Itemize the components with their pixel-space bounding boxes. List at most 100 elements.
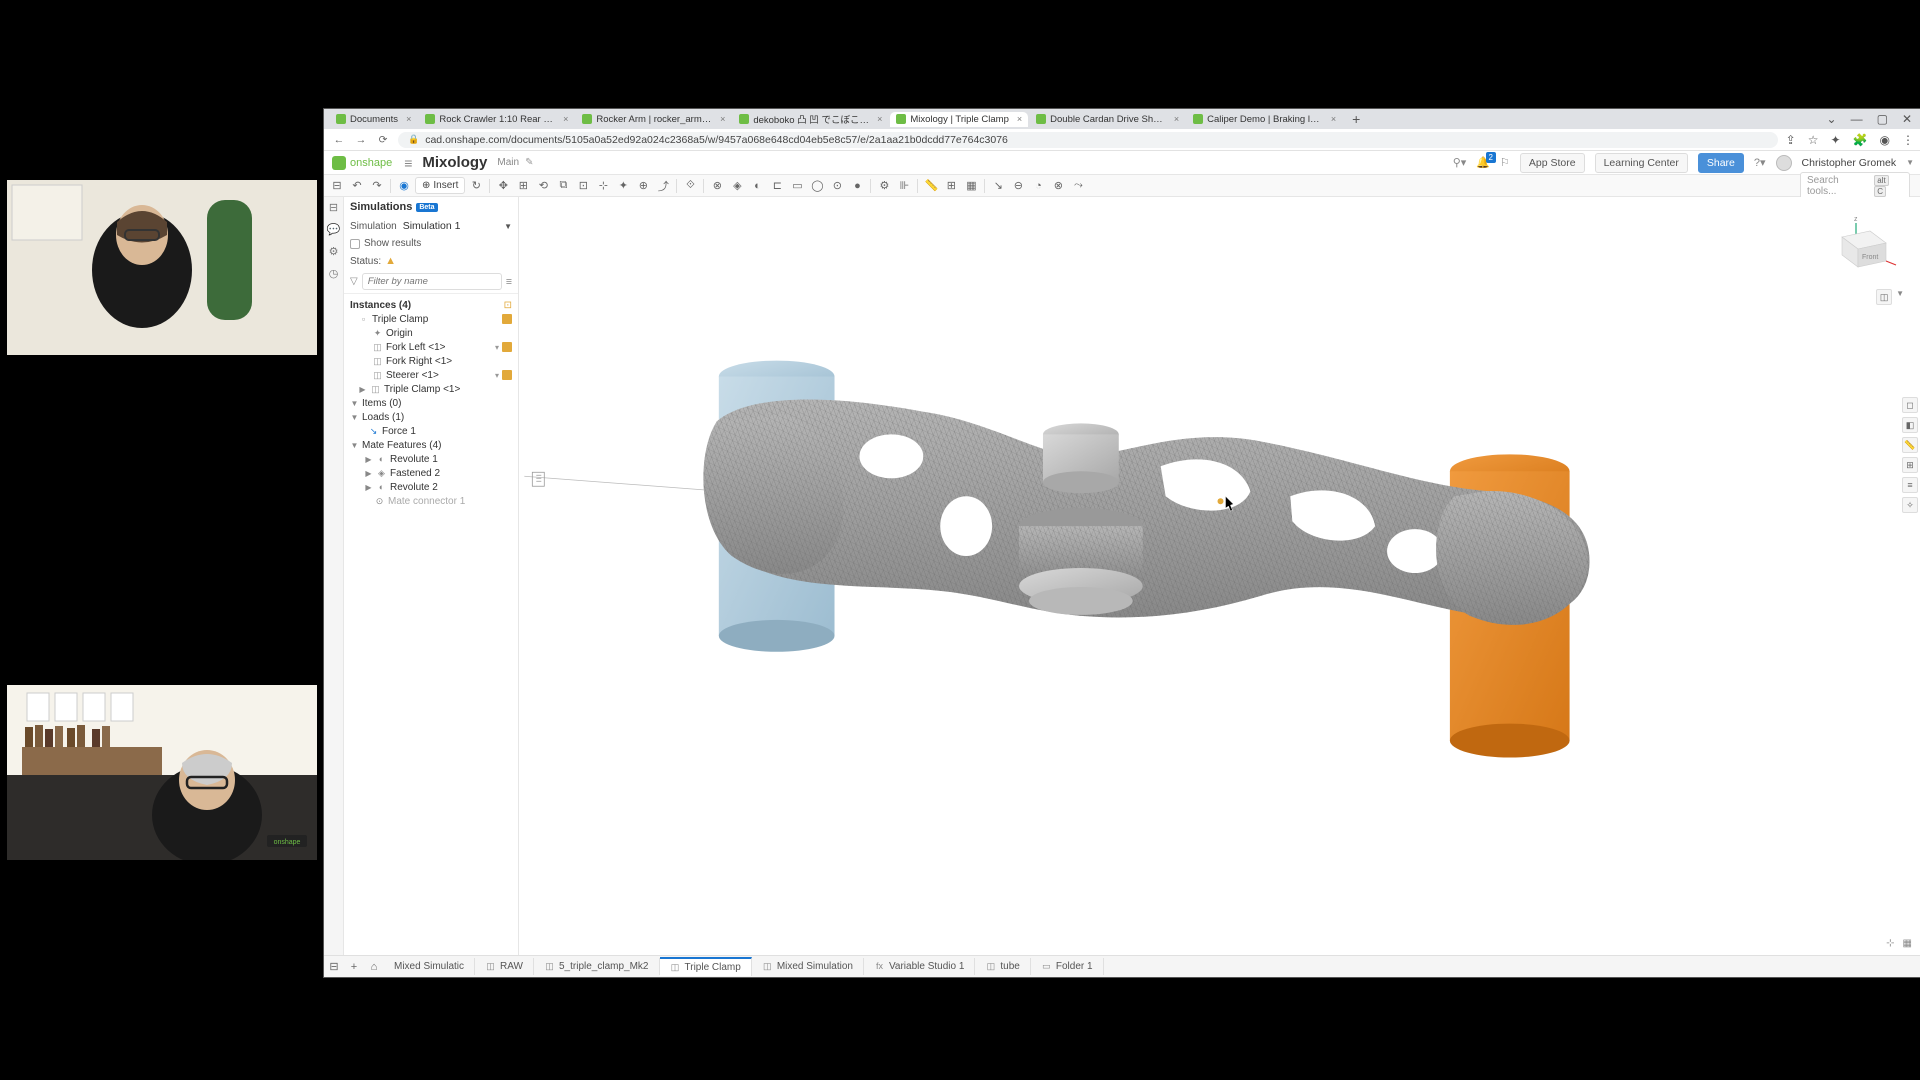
linear-icon[interactable]: ⊹ <box>594 177 612 195</box>
view-cube[interactable]: z Front <box>1832 209 1902 279</box>
planar-icon[interactable]: ▭ <box>788 177 806 195</box>
app-store-button[interactable]: App Store <box>1520 153 1585 173</box>
collapse-icon[interactable]: ▼ <box>350 441 359 450</box>
browser-tab[interactable]: Double Cardan Drive Shaft | Dri…× <box>1030 112 1185 127</box>
browser-tab-active[interactable]: Mixology | Triple Clamp× <box>890 112 1028 127</box>
redo-icon[interactable]: ↷ <box>368 177 386 195</box>
learning-center-button[interactable]: Learning Center <box>1595 153 1688 173</box>
grid-icon[interactable]: ▦ <box>1903 938 1912 949</box>
show-results-checkbox[interactable]: Show results <box>344 235 518 252</box>
hamburger-icon[interactable]: ≡ <box>404 155 412 171</box>
cylindrical-icon[interactable]: ◯ <box>808 177 826 195</box>
bottom-tab[interactable]: ◫Mixed Simulation <box>752 958 864 975</box>
relation-icon[interactable]: ⊪ <box>895 177 913 195</box>
new-tab-button[interactable]: + <box>1344 109 1368 129</box>
refresh-icon[interactable]: ↻ <box>467 177 485 195</box>
undo-icon[interactable]: ↶ <box>348 177 366 195</box>
share-button[interactable]: Share <box>1698 153 1744 173</box>
tab-manager-icon[interactable]: ⊟ <box>324 960 344 973</box>
home-icon[interactable]: ⌂ <box>364 961 384 973</box>
snap-icon[interactable]: ⟐ <box>681 177 699 195</box>
tree-item-triple-clamp[interactable]: ▫Triple Clamp <box>346 312 516 326</box>
share-icon[interactable]: ⇪ <box>1786 133 1796 147</box>
tree-mate-features[interactable]: ▼Mate Features (4) <box>346 438 516 452</box>
gear-icon[interactable]: ⚙ <box>875 177 893 195</box>
puzzle-icon[interactable]: 🧩 <box>1853 133 1868 147</box>
sim-bearing-icon[interactable]: ◔ <box>1029 177 1047 195</box>
tree-item-force1[interactable]: ↘Force 1 <box>346 424 516 438</box>
tree-item-fastened2[interactable]: ▶◈Fastened 2 <box>346 466 516 480</box>
bottom-tab-active[interactable]: ◫Triple Clamp <box>660 957 752 976</box>
pin-icon[interactable]: ⊙ <box>828 177 846 195</box>
filter-input[interactable] <box>362 273 502 290</box>
collapse-icon[interactable]: ▼ <box>350 413 359 422</box>
close-icon[interactable]: × <box>563 114 568 124</box>
revolute-icon[interactable]: ◐ <box>748 177 766 195</box>
tree-item-origin[interactable]: ✦Origin <box>346 326 516 340</box>
tree-icon[interactable]: ⊟ <box>328 177 346 195</box>
forward-icon[interactable]: → <box>354 134 368 146</box>
circular-icon[interactable]: ✦ <box>614 177 632 195</box>
expand-icon[interactable]: ▶ <box>364 455 373 464</box>
filter-icon[interactable]: ▽ <box>350 276 358 287</box>
bom-icon[interactable]: ≡ <box>1902 477 1918 493</box>
slider-icon[interactable]: ⊏ <box>768 177 786 195</box>
sim-force-icon[interactable]: ↘ <box>989 177 1007 195</box>
expand-icon[interactable]: ▶ <box>364 469 373 478</box>
close-icon[interactable]: × <box>720 114 725 124</box>
tree-item-triple-clamp-1[interactable]: ▶◫Triple Clamp <1> <box>346 382 516 396</box>
mirror-icon[interactable]: ⧉ <box>554 177 572 195</box>
simulation-selector[interactable]: Simulation Simulation 1 ▼ <box>344 217 518 235</box>
features-icon[interactable]: ⊟ <box>327 201 341 215</box>
add-tab-icon[interactable]: + <box>344 961 364 973</box>
offset-icon[interactable]: ⤴ <box>654 177 672 195</box>
expand-icon[interactable]: ▶ <box>364 483 373 492</box>
insert-button[interactable]: ⊕ Insert <box>415 177 465 194</box>
mate-icon[interactable]: ⊗ <box>708 177 726 195</box>
brand-logo[interactable]: onshape <box>332 156 392 170</box>
url-input[interactable]: 🔒 cad.onshape.com/documents/5105a0a52ed9… <box>398 132 1778 148</box>
configs-icon[interactable]: ⚙ <box>327 245 341 259</box>
flag-icon[interactable]: ⚐ <box>1500 156 1510 169</box>
maximize-icon[interactable]: ▢ <box>1877 112 1888 126</box>
tree-item-fork-left[interactable]: ◫Fork Left <1>▾ <box>346 340 516 354</box>
bottom-tab[interactable]: Mixed Simulatic <box>384 958 475 975</box>
viewport-3d[interactable]: z Front ◫ ▼ ◻ ◧ 📏 ⊞ ≡ ✧ <box>519 197 1920 955</box>
tree-item-fork-right[interactable]: ◫Fork Right <1> <box>346 354 516 368</box>
sim-moment-icon[interactable]: ⊗ <box>1049 177 1067 195</box>
connector-icon[interactable]: ⚲▾ <box>1453 156 1467 169</box>
collapse-icon[interactable]: ▼ <box>350 399 359 408</box>
tree-item-revolute1[interactable]: ▶◐Revolute 1 <box>346 452 516 466</box>
ball-icon[interactable]: ● <box>848 177 866 195</box>
bottom-tab[interactable]: ▭Folder 1 <box>1031 958 1104 975</box>
tree-instances[interactable]: Instances (4)⊡ <box>346 298 516 312</box>
measure-icon[interactable]: 📏 <box>1902 437 1918 453</box>
menu-dots-icon[interactable]: ⋮ <box>1902 133 1914 147</box>
pencil-icon[interactable]: ✎ <box>525 157 533 168</box>
section-icon[interactable]: ⊞ <box>942 177 960 195</box>
tree-loads[interactable]: ▼Loads (1) <box>346 410 516 424</box>
browser-tab[interactable]: dekoboko 凸 凹 でこぼこ | 凸 凹 …× <box>733 110 888 128</box>
exploded-icon[interactable]: ✧ <box>1902 497 1918 513</box>
chevron-down-icon[interactable]: ⌄ <box>1827 112 1837 126</box>
tree-item-steerer[interactable]: ◫Steerer <1>▾ <box>346 368 516 382</box>
close-icon[interactable]: × <box>1017 114 1022 124</box>
isolate-icon[interactable]: ⊡ <box>504 300 512 311</box>
fasten-icon[interactable]: ◈ <box>728 177 746 195</box>
search-tools-input[interactable]: Search tools... alt C <box>1800 172 1910 200</box>
list-icon[interactable]: ≡ <box>506 276 512 288</box>
section-icon[interactable]: ◧ <box>1902 417 1918 433</box>
browser-tab[interactable]: Documents× <box>330 112 417 127</box>
measure-icon[interactable]: 📏 <box>922 177 940 195</box>
sim-pressure-icon[interactable]: ⊖ <box>1009 177 1027 195</box>
eye-icon[interactable]: ◉ <box>395 177 413 195</box>
avatar[interactable] <box>1776 155 1792 171</box>
close-icon[interactable]: × <box>406 114 411 124</box>
close-window-icon[interactable]: ✕ <box>1902 112 1912 126</box>
star-icon[interactable]: ☆ <box>1808 133 1819 147</box>
browser-tab[interactable]: Caliper Demo | Braking load sim…× <box>1187 112 1342 127</box>
tree-item-mate-connector[interactable]: ⊙Mate connector 1 <box>346 494 516 508</box>
back-icon[interactable]: ← <box>332 134 346 146</box>
move-icon[interactable]: ✥ <box>494 177 512 195</box>
help-icon[interactable]: ?▾ <box>1754 156 1766 169</box>
